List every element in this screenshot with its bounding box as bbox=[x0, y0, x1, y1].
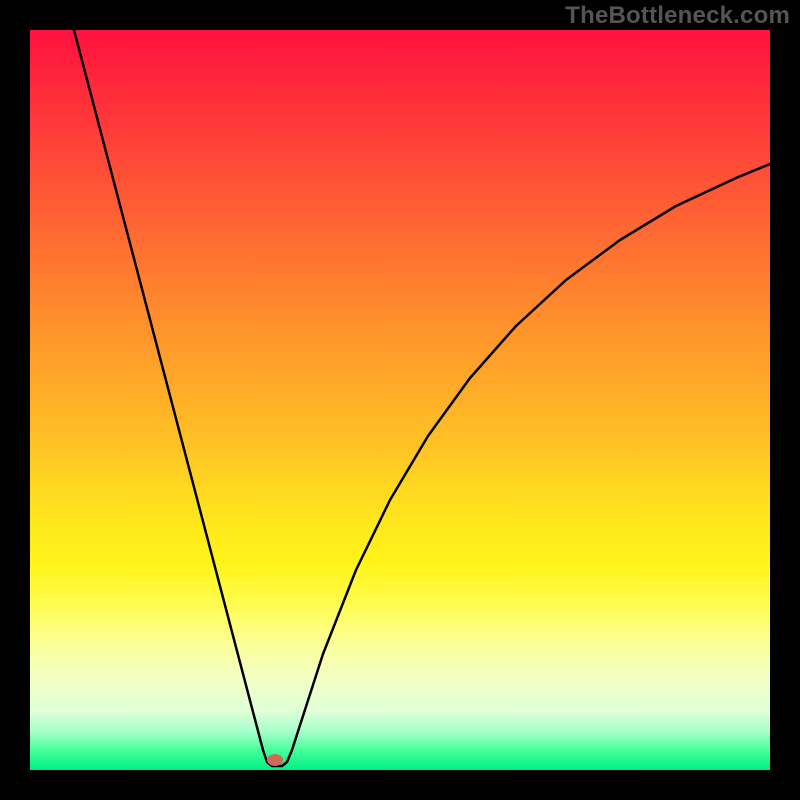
bottleneck-curve bbox=[74, 30, 770, 766]
optimal-point-marker bbox=[267, 754, 283, 766]
watermark-text: TheBottleneck.com bbox=[565, 2, 790, 30]
chart-frame: TheBottleneck.com bbox=[0, 0, 800, 800]
chart-overlay bbox=[30, 30, 770, 770]
